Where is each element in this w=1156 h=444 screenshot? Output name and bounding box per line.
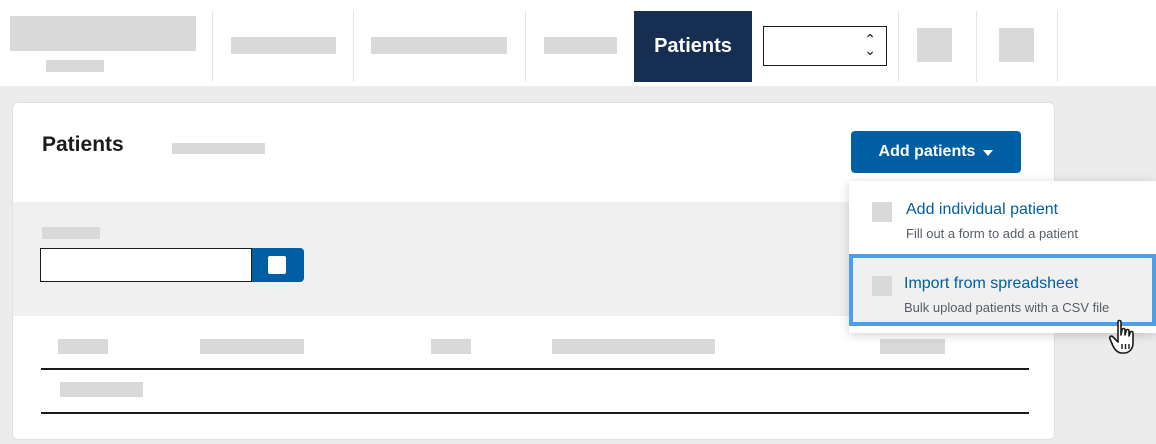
search-icon [268,256,286,274]
menu-item-description: Bulk upload patients with a CSV file [904,300,1110,315]
menu-item-title: Import from spreadsheet [904,275,1079,292]
nav-divider [976,11,977,82]
nav-item-1[interactable] [231,37,336,54]
search-button[interactable] [252,248,304,282]
table-row[interactable] [60,382,143,397]
menu-item-title: Add individual patient [906,201,1059,218]
person-icon [872,202,892,222]
nav-divider [525,11,526,82]
add-patients-menu: Add individual patient Fill out a form t… [849,181,1156,333]
add-patients-button[interactable]: Add patients [851,131,1021,173]
menu-item-description: Fill out a form to add a patient [906,226,1078,241]
nav-divider [212,11,213,82]
column-header-4[interactable] [552,339,715,354]
column-header-5[interactable] [880,339,945,354]
nav-item-patients[interactable]: Patients [634,11,752,82]
menu-item-add-individual[interactable]: Add individual patient Fill out a form t… [849,181,1156,253]
page-title: Patients [42,133,124,156]
nav-divider [353,11,354,82]
select-chevron-icon: ⌃ ⌄ [864,31,876,58]
nav-item-2[interactable] [371,37,507,54]
nav-item-patients-label: Patients [654,35,732,57]
nav-icon-button-1[interactable] [917,28,952,62]
column-header-3[interactable] [431,339,471,354]
search-label-placeholder [42,227,100,239]
table-row-rule [41,412,1029,414]
spreadsheet-icon [872,276,892,296]
search-input[interactable] [40,248,252,282]
patient-count-placeholder [172,143,265,154]
caret-down-icon [983,150,994,156]
app-logo-placeholder [10,16,196,51]
top-navigation: Patients ⌃ ⌄ [0,0,1156,86]
hand-pointer-icon [1108,319,1134,354]
nav-divider [898,11,899,82]
add-patients-label: Add patients [878,143,976,160]
menu-item-import-spreadsheet[interactable]: Import from spreadsheet Bulk upload pati… [849,254,1156,326]
nav-icon-button-2[interactable] [999,28,1034,62]
nav-item-3[interactable] [544,37,617,54]
column-header-2[interactable] [200,339,304,354]
facility-select[interactable]: ⌃ ⌄ [763,26,887,66]
table-header-rule [41,368,1029,370]
column-header-1[interactable] [58,339,108,354]
app-subtitle-placeholder [46,60,104,72]
nav-divider [1057,11,1058,82]
